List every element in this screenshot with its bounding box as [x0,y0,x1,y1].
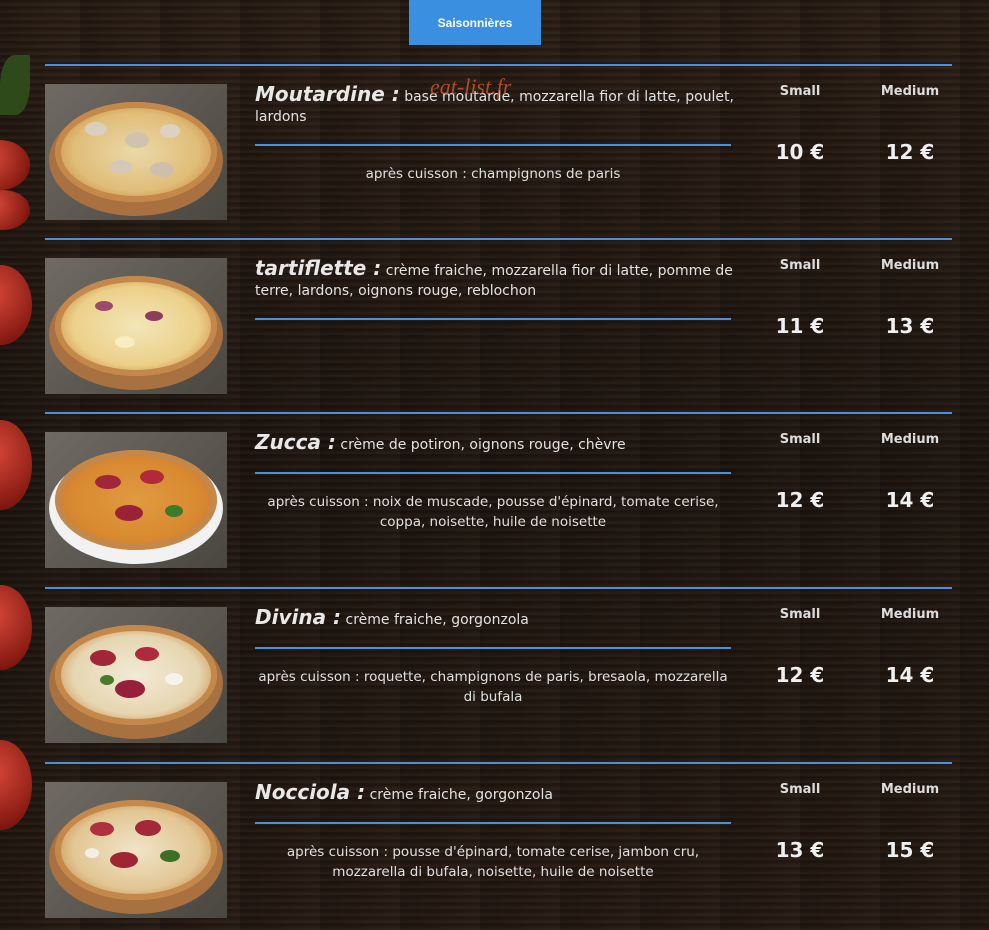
size-small-label: Small [779,84,821,99]
pizza-photo [45,607,227,743]
size-small-label: Small [779,258,821,273]
pizza-name: Nocciola : [255,780,366,804]
price-medium: 12 € [885,140,935,164]
divider [255,144,731,146]
pizza-description: tartiflette : crème fraiche, mozzarella … [255,258,735,301]
pizza-name: tartiflette : [255,256,382,280]
menu-item-zucca: Zucca : crème de potiron, oignons rouge,… [45,432,952,568]
price-medium: 15 € [885,838,935,862]
price-small: 12 € [775,488,825,512]
price-small: 11 € [775,314,825,338]
price-small: 10 € [775,140,825,164]
divider [255,472,731,474]
size-medium-label: Medium [880,432,940,447]
pizza-name: Moutardine : [255,82,400,106]
size-small-label: Small [779,782,821,797]
tab-saisonnieres[interactable]: Saisonnières [409,0,541,45]
size-medium-label: Medium [880,84,940,99]
tomato-decoration [0,140,30,190]
pizza-description: Divina : crème fraiche, gorgonzola [255,607,735,630]
price-medium: 14 € [885,663,935,687]
tomato-decoration [0,265,32,345]
price-small: 13 € [775,838,825,862]
tomato-decoration [0,585,32,670]
separator [45,238,952,240]
pizza-photo [45,782,227,918]
menu-item-divina: Divina : crème fraiche, gorgonzola après… [45,607,952,743]
watermark: eat-list.fr [430,74,512,99]
separator [45,762,952,764]
size-medium-label: Medium [880,258,940,273]
price-medium: 13 € [885,314,935,338]
menu-item-tartiflette: tartiflette : crème fraiche, mozzarella … [45,258,952,394]
menu-item-moutardine: Moutardine : base moutarde, mozzarella f… [45,84,952,220]
size-small-label: Small [779,432,821,447]
pizza-ingredients: crème fraiche, gorgonzola [369,787,553,803]
divider [255,822,731,824]
basil-leaf-decoration [0,55,30,115]
separator [45,587,952,589]
pizza-ingredients: crème de potiron, oignons rouge, chèvre [340,437,626,453]
pizza-description: Nocciola : crème fraiche, gorgonzola [255,782,735,805]
size-medium-label: Medium [880,607,940,622]
size-small-label: Small [779,607,821,622]
pizza-photo [45,432,227,568]
menu-item-nocciola: Nocciola : crème fraiche, gorgonzola apr… [45,782,952,918]
pizza-photo [45,84,227,220]
after-cooking-text: après cuisson : champignons de paris [365,166,621,182]
price-medium: 14 € [885,488,935,512]
pizza-ingredients: crème fraiche, gorgonzola [345,612,529,628]
size-medium-label: Medium [880,782,940,797]
after-cooking-text: après cuisson : roquette, champignons de… [258,669,728,705]
separator [45,412,952,414]
tomato-decoration [0,420,32,510]
divider [255,647,731,649]
after-cooking-text: après cuisson : pousse d'épinard, tomate… [286,844,700,880]
after-cooking-text: après cuisson : noix de muscade, pousse … [267,494,719,530]
pizza-photo [45,258,227,394]
pizza-name: Zucca : [255,430,336,454]
price-small: 12 € [775,663,825,687]
pizza-name: Divina : [255,605,342,629]
divider [255,318,731,320]
tomato-decoration [0,740,32,830]
separator [45,64,952,66]
tomato-decoration [0,190,30,230]
pizza-description: Zucca : crème de potiron, oignons rouge,… [255,432,735,455]
